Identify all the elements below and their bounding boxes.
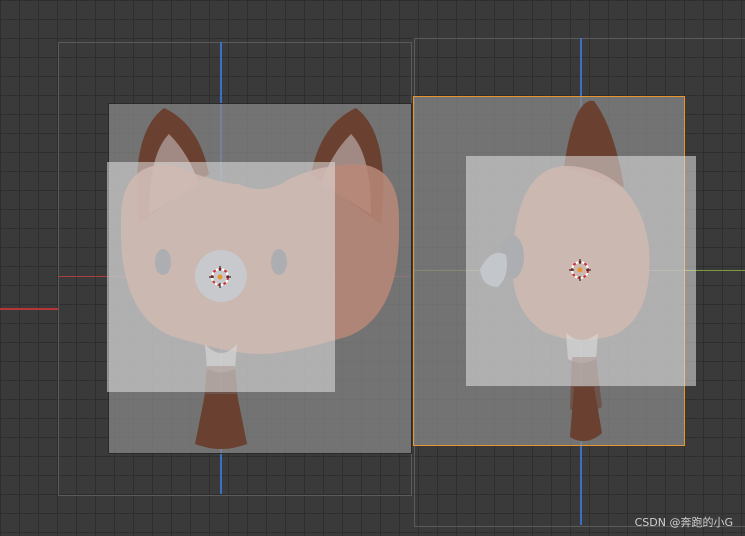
body <box>195 394 247 449</box>
watermark: CSDN @奔跑的小G <box>634 516 733 529</box>
x-axis-line-left <box>0 308 58 310</box>
3d-cursor-icon[interactable] <box>569 259 591 281</box>
3d-viewport[interactable]: CSDN @奔跑的小G <box>0 0 745 536</box>
3d-cursor-icon[interactable] <box>209 266 231 288</box>
